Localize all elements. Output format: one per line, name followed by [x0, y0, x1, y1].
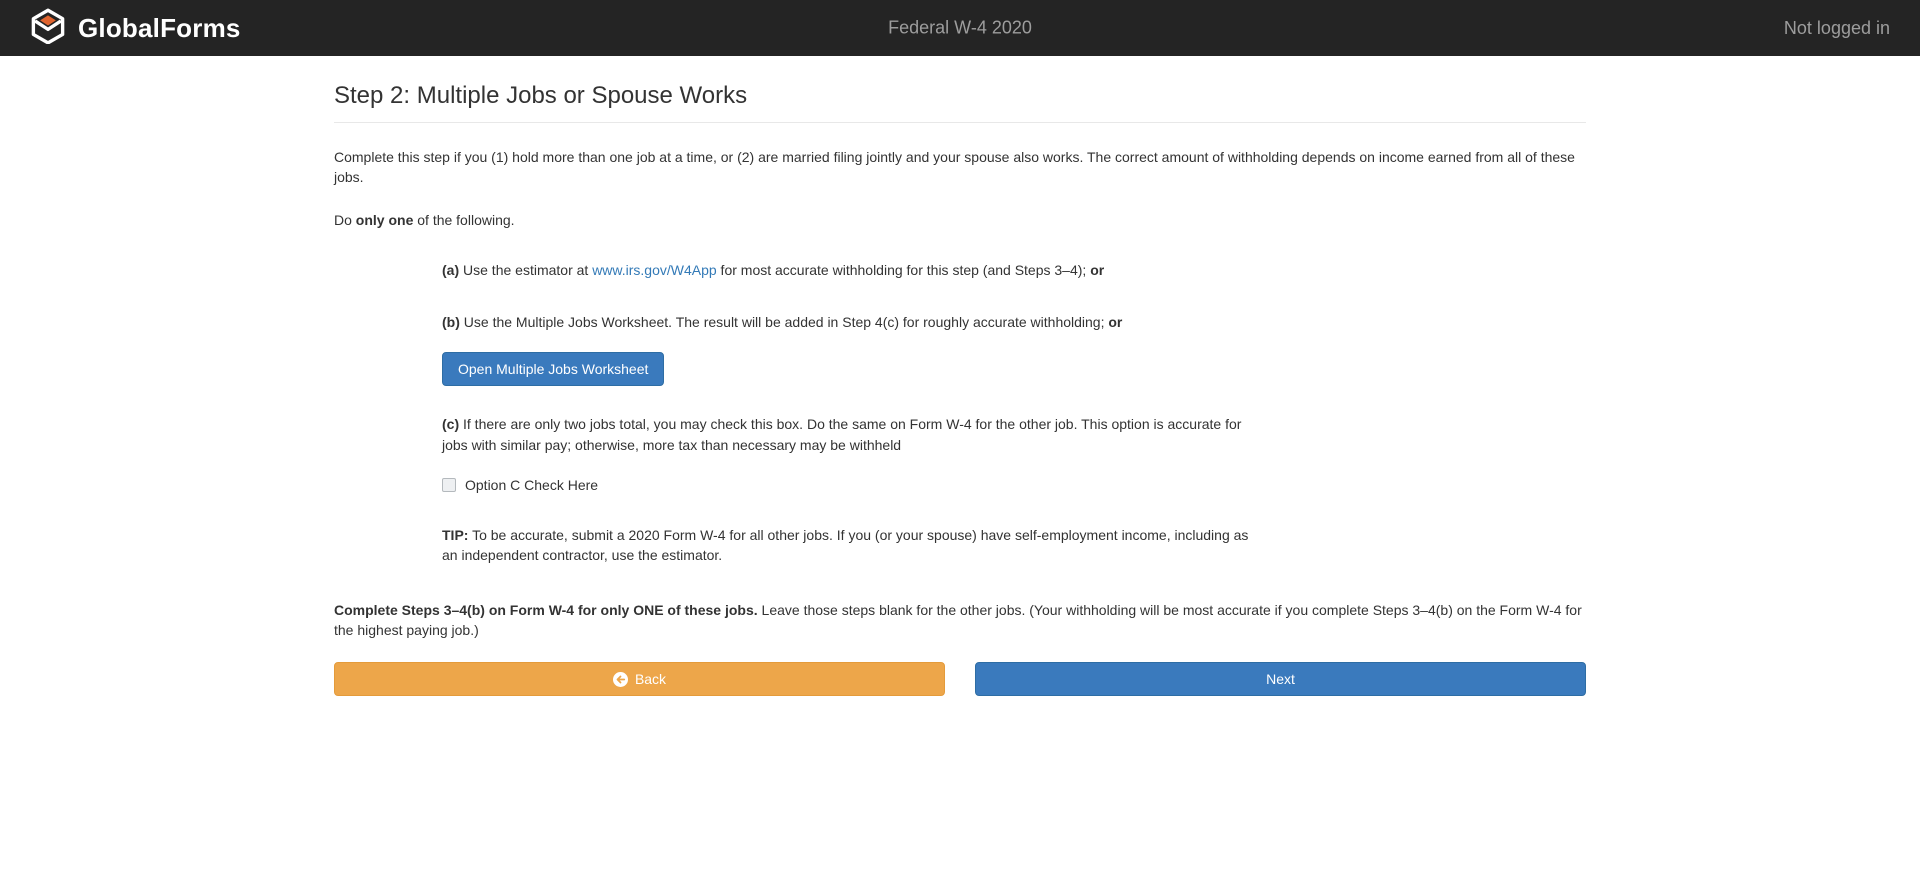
top-navbar: GlobalForms Federal W-4 2020 Not logged …: [0, 0, 1920, 56]
next-button[interactable]: Next: [975, 662, 1586, 696]
do-bold: only one: [356, 212, 414, 228]
option-b-label: (b): [442, 314, 460, 330]
arrow-left-circle-icon: [613, 672, 628, 687]
do-suffix: of the following.: [413, 212, 514, 228]
option-a-text-2: for most accurate withholding for this s…: [717, 262, 1091, 278]
page-title: Step 2: Multiple Jobs or Spouse Works: [334, 82, 1586, 110]
option-a-paragraph: (a) Use the estimator at www.irs.gov/W4A…: [442, 260, 1254, 280]
option-c-checkbox-label[interactable]: Option C Check Here: [465, 477, 598, 493]
tip-paragraph: TIP: To be accurate, submit a 2020 Form …: [442, 525, 1254, 566]
option-a-label: (a): [442, 262, 459, 278]
estimator-link[interactable]: www.irs.gov/W4App: [592, 262, 716, 278]
intro-paragraph: Complete this step if you (1) hold more …: [334, 147, 1586, 188]
brand-name: GlobalForms: [78, 13, 241, 44]
do-only-one-line: Do only one of the following.: [334, 210, 1586, 230]
box-logo-icon: [30, 8, 66, 49]
closing-paragraph: Complete Steps 3–4(b) on Form W-4 for on…: [334, 600, 1586, 641]
option-a-or: or: [1090, 262, 1104, 278]
step2-page: Step 2: Multiple Jobs or Spouse Works Co…: [334, 56, 1586, 696]
option-a-text-1: Use the estimator at: [459, 262, 592, 278]
option-b-or: or: [1108, 314, 1122, 330]
tip-label: TIP:: [442, 527, 468, 543]
closing-bold: Complete Steps 3–4(b) on Form W-4 for on…: [334, 602, 758, 618]
option-c-text: If there are only two jobs total, you ma…: [442, 416, 1241, 452]
option-c-checkbox-row: Option C Check Here: [442, 477, 1254, 493]
title-divider: [334, 122, 1586, 123]
option-c-paragraph: (c) If there are only two jobs total, yo…: [442, 414, 1254, 455]
tip-text: To be accurate, submit a 2020 Form W-4 f…: [442, 527, 1248, 563]
back-button-label: Back: [635, 671, 666, 687]
option-b-text: Use the Multiple Jobs Worksheet. The res…: [460, 314, 1108, 330]
wizard-nav-buttons: Back Next: [334, 662, 1586, 696]
option-c-checkbox[interactable]: [442, 478, 456, 492]
do-prefix: Do: [334, 212, 356, 228]
option-b-paragraph: (b) Use the Multiple Jobs Worksheet. The…: [442, 312, 1254, 332]
options-block: (a) Use the estimator at www.irs.gov/W4A…: [442, 260, 1254, 566]
brand-link[interactable]: GlobalForms: [30, 8, 241, 49]
form-title: Federal W-4 2020: [888, 18, 1032, 39]
open-worksheet-button[interactable]: Open Multiple Jobs Worksheet: [442, 352, 664, 386]
option-c-label: (c): [442, 416, 459, 432]
back-button[interactable]: Back: [334, 662, 945, 696]
login-status: Not logged in: [1784, 18, 1890, 39]
